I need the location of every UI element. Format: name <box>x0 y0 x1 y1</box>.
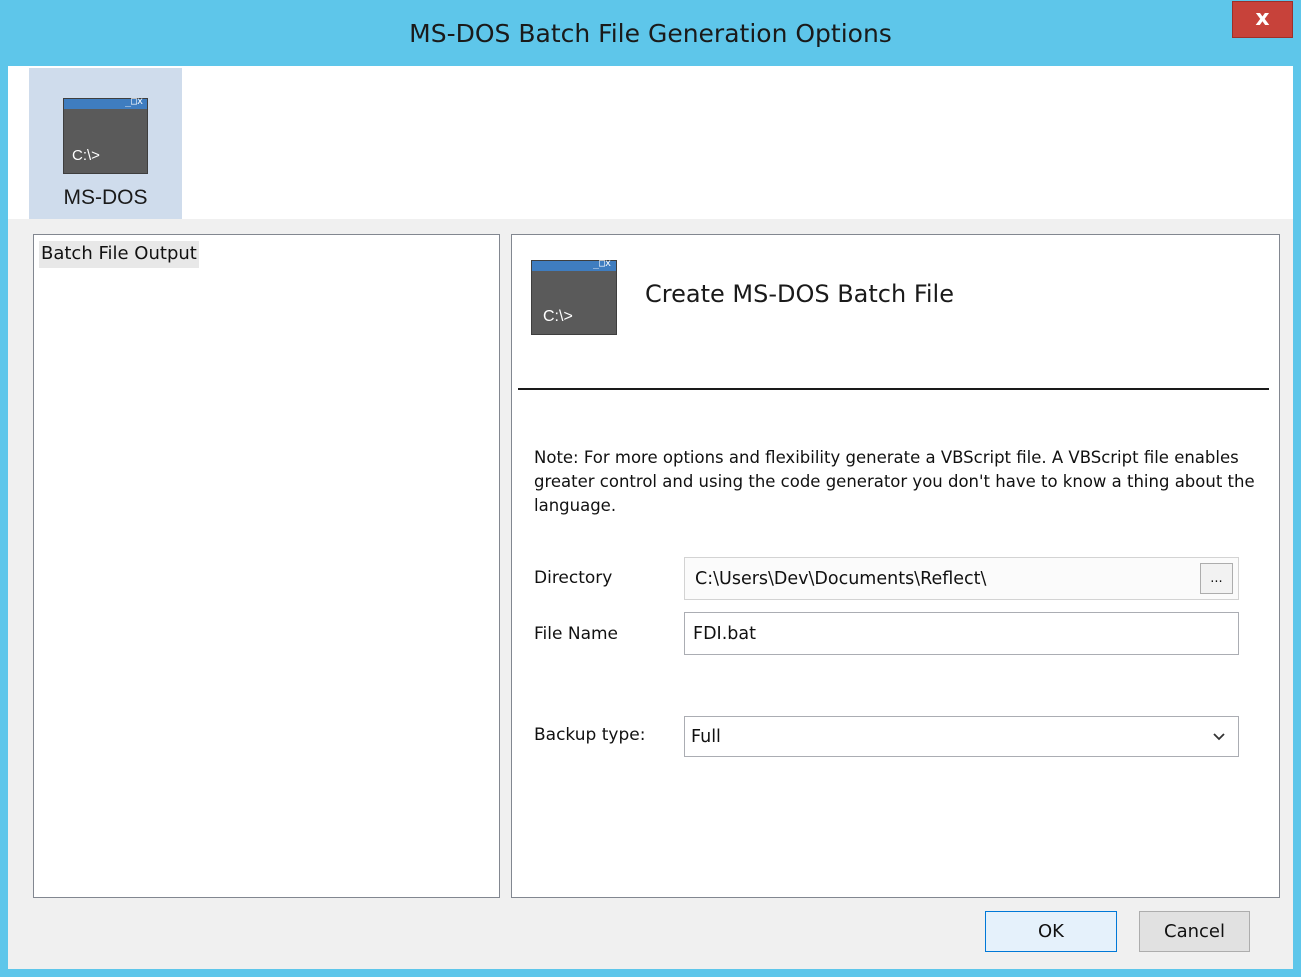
ms-dos-console-icon: _□x C:\> <box>531 258 617 335</box>
backup-type-label: Backup type: <box>534 725 646 745</box>
file-name-label: File Name <box>534 624 619 644</box>
backup-type-select[interactable]: Full <box>684 716 1239 757</box>
options-panel: _□x C:\> Create MS-DOS Batch File Note: … <box>511 234 1280 898</box>
note-text: Note: For more options and flexibility g… <box>534 448 1255 515</box>
dialog-client-area: _□x C:\> MS-DOS Batch File Output _□x C:… <box>8 66 1293 969</box>
options-tree[interactable]: Batch File Output <box>33 234 500 898</box>
file-name-input[interactable] <box>684 612 1239 655</box>
ribbon-item-label: MS-DOS <box>63 186 148 209</box>
close-icon: x <box>1255 6 1270 31</box>
ribbon-item-ms-dos[interactable]: _□x C:\> MS-DOS <box>29 68 182 219</box>
browse-button[interactable]: ... <box>1200 563 1233 594</box>
tree-item-batch-file-output[interactable]: Batch File Output <box>39 241 199 268</box>
console-prompt-text: C:\> <box>72 147 100 164</box>
panel-title: Create MS-DOS Batch File <box>645 280 954 308</box>
title-bar[interactable]: MS-DOS Batch File Generation Options x <box>0 0 1301 66</box>
close-button[interactable]: x <box>1232 1 1293 38</box>
console-window-buttons: _□x <box>124 96 143 107</box>
ribbon-bar: _□x C:\> MS-DOS <box>8 66 1293 219</box>
ok-button[interactable]: OK <box>985 911 1117 952</box>
directory-input[interactable] <box>684 557 1239 600</box>
backup-type-value: Full <box>691 727 721 747</box>
dialog-window: MS-DOS Batch File Generation Options x _… <box>0 0 1301 977</box>
ms-dos-console-icon: _□x C:\> <box>63 96 148 174</box>
cancel-button[interactable]: Cancel <box>1139 911 1250 952</box>
window-title: MS-DOS Batch File Generation Options <box>409 19 892 48</box>
header-divider <box>518 388 1269 390</box>
chevron-down-icon <box>1213 733 1225 741</box>
console-window-buttons: _□x <box>592 258 611 269</box>
console-prompt-text: C:\> <box>543 308 573 325</box>
directory-label: Directory <box>534 568 613 588</box>
